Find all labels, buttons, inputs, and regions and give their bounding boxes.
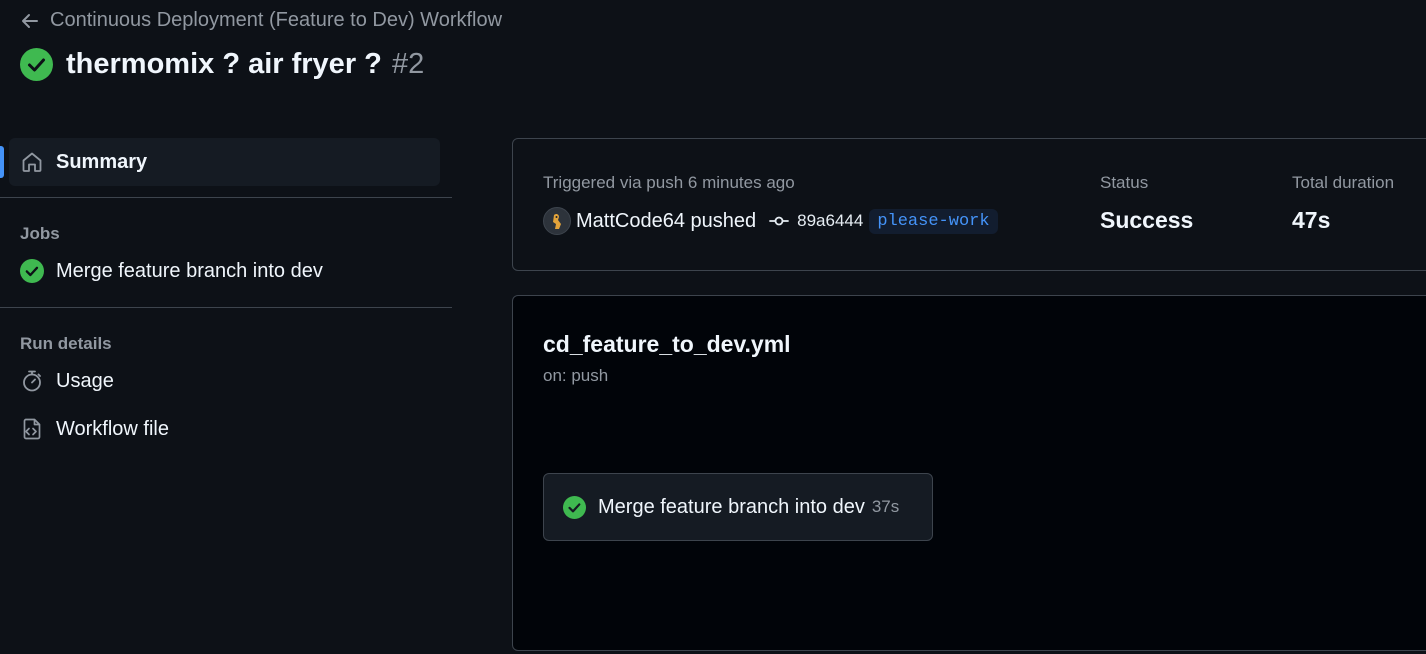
run-number: #2	[391, 48, 425, 80]
sidebar-item-summary[interactable]: Summary	[0, 138, 440, 186]
sidebar-item-workflow-file[interactable]: Workflow file	[0, 405, 452, 453]
git-commit-icon	[769, 216, 790, 226]
avatar-image	[546, 210, 568, 232]
run-details-section-title: Run details	[20, 334, 112, 353]
workflow-file-name: cd_feature_to_dev.yml	[543, 331, 791, 357]
run-title-row: thermomix ? air fryer ? #2	[20, 48, 424, 81]
workflow-file-label: Workflow file	[56, 417, 169, 440]
trigger-text: Triggered via push 6 minutes ago	[543, 173, 795, 192]
workflow-graph: cd_feature_to_dev.yml on: push Merge fea…	[512, 295, 1426, 651]
divider	[0, 307, 452, 308]
home-icon	[22, 152, 42, 172]
status-label: Status	[1100, 173, 1149, 192]
active-indicator	[0, 146, 4, 178]
branch-label[interactable]: please-work	[869, 208, 998, 234]
back-to-workflow-link[interactable]: Continuous Deployment (Feature to Dev) W…	[20, 9, 502, 32]
sidebar: Summary Jobs Merge feature branch into d…	[0, 138, 452, 453]
run-title-text: thermomix ? air fryer ?	[66, 48, 382, 80]
usage-label: Usage	[56, 369, 114, 392]
sidebar-item-label: Summary	[56, 150, 148, 173]
stopwatch-icon	[23, 370, 41, 392]
check-circle-icon	[20, 259, 44, 283]
sidebar-item-usage[interactable]: Usage	[0, 357, 452, 405]
duration-value: 47s	[1292, 207, 1331, 233]
divider	[0, 197, 452, 198]
duration-label: Total duration	[1292, 173, 1395, 192]
job-node-duration: 37s	[871, 497, 900, 516]
check-circle-icon	[20, 48, 53, 81]
actor-row: MattCode64 pushed 89a6444 please-work	[543, 207, 998, 235]
workflow-trigger: on: push	[543, 366, 609, 385]
arrow-left-icon	[22, 13, 38, 28]
actor-pushed-text[interactable]: MattCode64 pushed	[576, 210, 756, 233]
sidebar-item-job[interactable]: Merge feature branch into dev	[0, 247, 452, 295]
job-label: Merge feature branch into dev	[56, 259, 323, 282]
avatar[interactable]	[543, 207, 571, 235]
file-code-icon	[23, 418, 41, 440]
job-node-name: Merge feature branch into dev	[598, 495, 865, 518]
jobs-section-title: Jobs	[20, 224, 60, 243]
commit-sha-link[interactable]: 89a6444	[797, 211, 863, 231]
check-circle-icon	[563, 495, 586, 519]
run-title: thermomix ? air fryer ? #2	[66, 48, 424, 81]
run-summary-card: Triggered via push 6 minutes ago MattCod…	[512, 138, 1426, 271]
job-node[interactable]: Merge feature branch into dev 37s	[543, 473, 933, 541]
status-value: Success	[1100, 207, 1194, 233]
workflow-name: Continuous Deployment (Feature to Dev) W…	[50, 9, 503, 31]
